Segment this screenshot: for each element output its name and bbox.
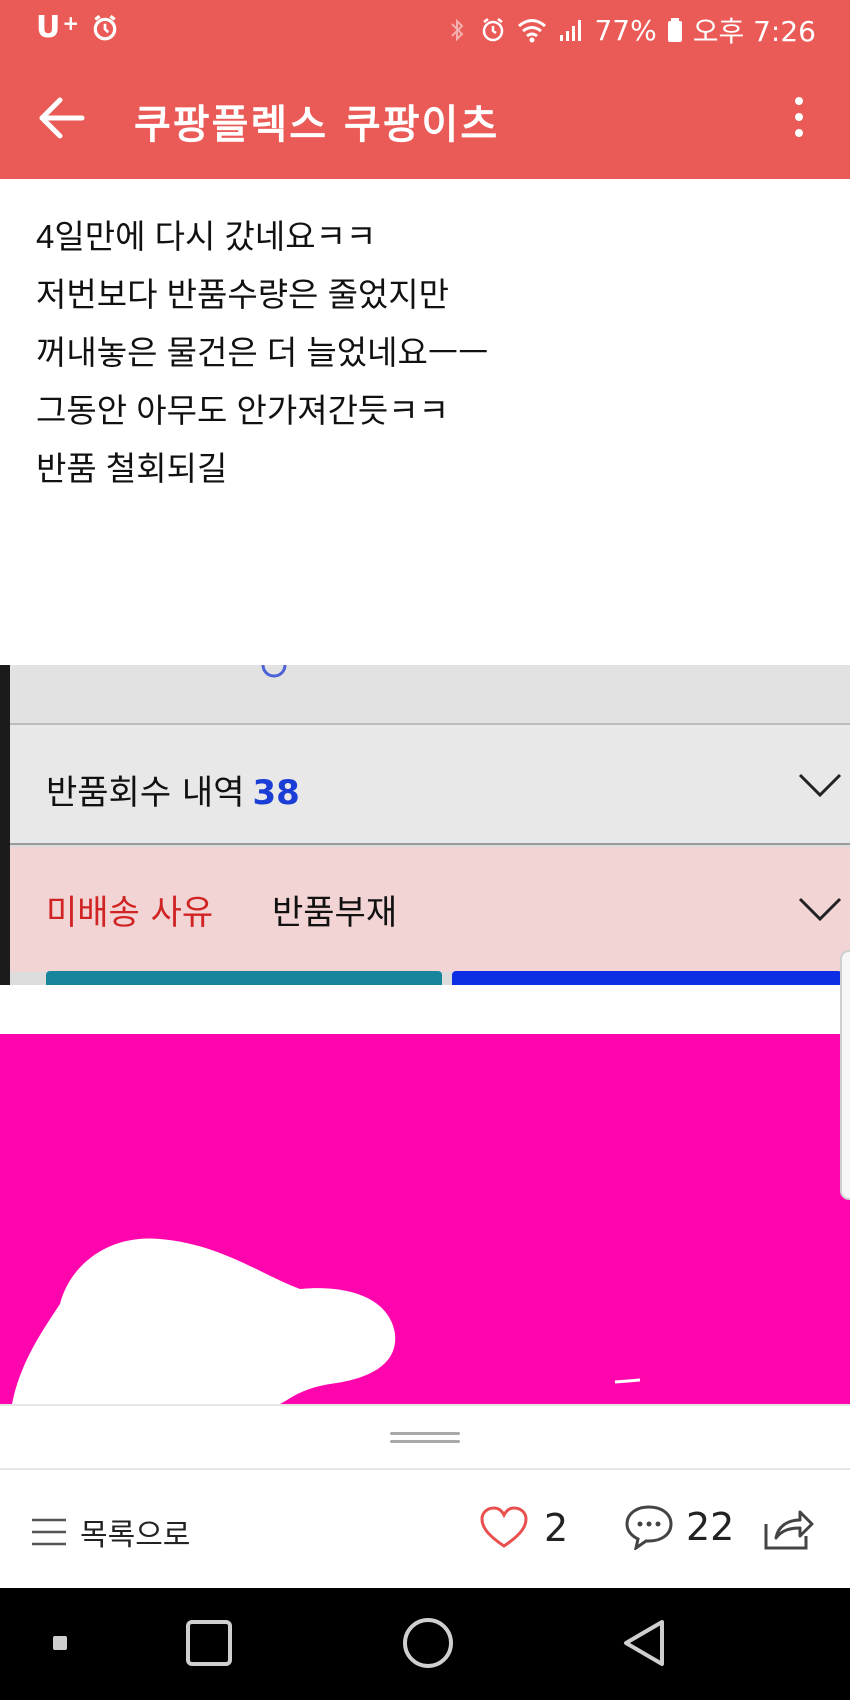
photo-phone-edge <box>0 665 10 985</box>
chevron-down-icon <box>798 897 842 922</box>
share-icon[interactable] <box>762 1506 814 1552</box>
recent-apps-dot-icon[interactable] <box>53 1636 67 1650</box>
battery-percent: 77% <box>594 13 657 47</box>
more-menu-icon[interactable] <box>792 92 806 144</box>
like-button[interactable]: 2 <box>480 1506 568 1550</box>
heart-icon <box>480 1506 528 1548</box>
comment-bubble-icon <box>625 1505 673 1550</box>
chevron-down-icon <box>798 773 842 798</box>
status-left: U + <box>36 10 119 45</box>
status-right: 77% 오후 7:26 <box>444 10 816 50</box>
undelivered-label: 미배송 사유 <box>46 893 214 933</box>
post-photo-magenta[interactable] <box>0 1034 850 1404</box>
battery-icon <box>667 18 682 42</box>
return-history-count: 38 <box>252 773 300 813</box>
photo-info-icon <box>261 665 287 678</box>
alarm-icon <box>93 14 117 40</box>
comment-count: 22 <box>686 1505 735 1549</box>
post-line: 반품 철회되길 <box>36 450 228 487</box>
drag-handle-icon[interactable] <box>390 1432 460 1446</box>
system-nav-bar <box>0 1588 850 1700</box>
photo-teal-button <box>46 971 442 985</box>
signal-icon <box>560 20 582 41</box>
return-history-label: 반품회수 내역 <box>46 773 245 813</box>
bottom-sheet-drag-area[interactable] <box>0 1404 850 1470</box>
side-scroll-handle[interactable] <box>840 950 850 1200</box>
undelivered-value: 반품부재 <box>272 893 398 933</box>
back-to-list-label: 목록으로 <box>80 1518 191 1553</box>
white-blob-shape <box>12 1238 641 1404</box>
post-photo-return-screen[interactable]: 반품회수 내역 38 미배송 사유 반품부재 <box>0 665 850 985</box>
list-menu-icon <box>32 1518 66 1546</box>
post-line: 저번보다 반품수량은 줄었지만 <box>36 276 450 313</box>
post-body: 4일만에 다시 갔네요ㅋㅋ 저번보다 반품수량은 줄었지만 꺼내놓은 물건은 더… <box>36 208 816 498</box>
post-line: 4일만에 다시 갔네요ㅋㅋ <box>36 218 377 255</box>
photo-return-history-text: 반품회수 내역 38 <box>46 765 300 814</box>
clock: 오후 7:26 <box>692 15 816 48</box>
carrier-plus: + <box>62 10 80 35</box>
alarm-clock-icon <box>483 18 504 42</box>
carrier-label: U <box>36 10 61 45</box>
page-title: 쿠팡플렉스 쿠팡이츠 <box>134 102 500 148</box>
like-count: 2 <box>544 1506 569 1550</box>
comment-button[interactable]: 22 <box>624 1504 734 1550</box>
back-arrow-icon[interactable] <box>36 92 88 144</box>
photo-blue-button <box>452 971 842 985</box>
post-line: 꺼내놓은 물건은 더 늘었네요ㅡㅡ <box>36 334 489 371</box>
back-to-list-button[interactable]: 목록으로 <box>30 1510 190 1554</box>
photo-row-top <box>10 665 850 725</box>
photo-row-undelivered: 미배송 사유 반품부재 <box>10 847 850 972</box>
home-circle-icon[interactable] <box>403 1618 453 1668</box>
photo-row-return-history: 반품회수 내역 38 <box>10 725 850 845</box>
bluetooth-icon <box>451 18 464 42</box>
bottom-action-bar: 목록으로 2 22 <box>0 1470 850 1588</box>
app-bar: 쿠팡플렉스 쿠팡이츠 <box>0 56 850 179</box>
status-bar: U + 77% 오후 7:26 <box>0 0 850 56</box>
wifi-icon <box>518 19 547 43</box>
overview-square-icon[interactable] <box>186 1620 232 1666</box>
nav-back-triangle-icon[interactable] <box>622 1618 668 1668</box>
post-line: 그동안 아무도 안가져간듯ㅋㅋ <box>36 392 450 429</box>
